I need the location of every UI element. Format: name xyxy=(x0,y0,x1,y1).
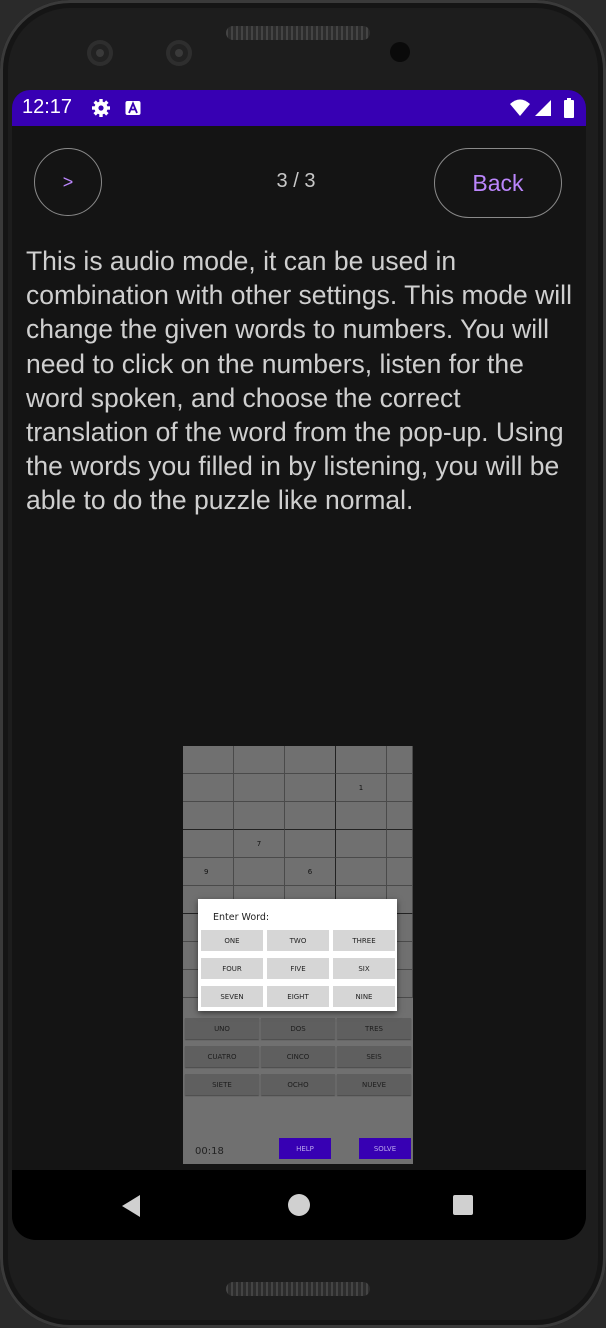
grid-cell xyxy=(285,774,336,802)
front-camera-secondary xyxy=(166,40,192,66)
a-icon xyxy=(125,101,141,115)
grid-number: 9 xyxy=(204,867,209,876)
option-seven: SEVEN xyxy=(201,986,263,1007)
option-five: FIVE xyxy=(267,958,329,979)
dialog-title: Enter Word: xyxy=(213,912,270,923)
grid-number: 6 xyxy=(307,867,313,876)
option-eight: EIGHT xyxy=(267,986,329,1007)
grid-cell xyxy=(336,746,387,774)
battery-icon xyxy=(564,98,574,118)
help-button-preview: HELP xyxy=(279,1138,331,1159)
grid-cell: 6 xyxy=(285,858,336,886)
grid-cell xyxy=(234,858,285,886)
answer-button-ocho: OCHO xyxy=(261,1074,335,1095)
grid-cell: 9 xyxy=(183,858,234,886)
status-bar: 12:17 xyxy=(12,90,586,126)
back-button[interactable]: Back xyxy=(434,148,562,218)
grid-cell xyxy=(285,746,336,774)
grid-cell xyxy=(336,858,387,886)
answer-row: SIETE OCHO NUEVE xyxy=(183,1074,413,1096)
answer-button-nueve: NUEVE xyxy=(337,1074,411,1095)
screen: 12:17 > 3 / 3 Back This is audio mode, i… xyxy=(12,90,586,1240)
solve-button-preview: SOLVE xyxy=(359,1138,411,1159)
grid-cell xyxy=(336,830,387,858)
home-icon[interactable] xyxy=(288,1194,310,1216)
option-nine: NINE xyxy=(333,986,395,1007)
recents-icon[interactable] xyxy=(453,1195,473,1215)
tutorial-description: This is audio mode, it can be used in co… xyxy=(26,246,572,516)
grid-cell xyxy=(336,802,387,830)
phone-frame: 12:17 > 3 / 3 Back This is audio mode, i… xyxy=(0,0,606,1328)
navigation-bar xyxy=(12,1170,586,1240)
grid-cell xyxy=(183,746,234,774)
next-button[interactable]: > xyxy=(34,148,102,216)
page-indicator: 3 / 3 xyxy=(276,170,316,192)
grid-cell xyxy=(387,802,413,830)
grid-cell xyxy=(387,858,413,886)
back-icon[interactable] xyxy=(120,1194,142,1218)
answer-button-siete: SIETE xyxy=(185,1074,259,1095)
option-two: TWO xyxy=(267,930,329,951)
grid-cell: 7 xyxy=(234,830,285,858)
status-time: 12:17 xyxy=(22,96,73,118)
grid-number: 7 xyxy=(256,839,262,848)
audio-mode-screenshot: 1 7 9 6 UNO DOS TRES CUATRO CINCO SEIS SIET… xyxy=(183,746,413,1164)
option-four: FOUR xyxy=(201,958,263,979)
grid-cell: 1 xyxy=(336,774,387,802)
option-six: SIX xyxy=(333,958,395,979)
option-one: ONE xyxy=(201,930,263,951)
answer-row: UNO DOS TRES xyxy=(183,1018,413,1040)
grid-cell xyxy=(387,830,413,858)
grid-cell xyxy=(387,746,413,774)
answer-button-seis: SEIS xyxy=(337,1046,411,1067)
answer-button-dos: DOS xyxy=(261,1018,335,1039)
earpiece-speaker xyxy=(226,26,370,40)
answer-button-uno: UNO xyxy=(185,1018,259,1039)
front-camera xyxy=(87,40,113,66)
tutorial-page: > 3 / 3 Back This is audio mode, it can … xyxy=(12,126,586,1170)
game-timer: 00:18 xyxy=(195,1146,224,1157)
signal-icon xyxy=(535,100,551,116)
grid-number: 1 xyxy=(358,783,364,792)
option-three: THREE xyxy=(333,930,395,951)
proximity-sensor xyxy=(390,42,410,62)
grid-cell xyxy=(387,774,413,802)
grid-cell xyxy=(234,746,285,774)
wifi-icon xyxy=(510,99,530,116)
bottom-speaker xyxy=(226,1282,370,1296)
answer-button-cuatro: CUATRO xyxy=(185,1046,259,1067)
answer-button-cinco: CINCO xyxy=(261,1046,335,1067)
grid-cell xyxy=(183,830,234,858)
grid-cell xyxy=(285,830,336,858)
grid-cell xyxy=(285,802,336,830)
enter-word-dialog: Enter Word: ONE TWO THREE FOUR FIVE SIX … xyxy=(198,899,397,1011)
answer-row: CUATRO CINCO SEIS xyxy=(183,1046,413,1068)
answer-button-tres: TRES xyxy=(337,1018,411,1039)
grid-cell xyxy=(234,774,285,802)
grid-cell xyxy=(183,802,234,830)
grid-cell xyxy=(183,774,234,802)
grid-cell xyxy=(234,802,285,830)
gear-icon xyxy=(92,99,110,117)
